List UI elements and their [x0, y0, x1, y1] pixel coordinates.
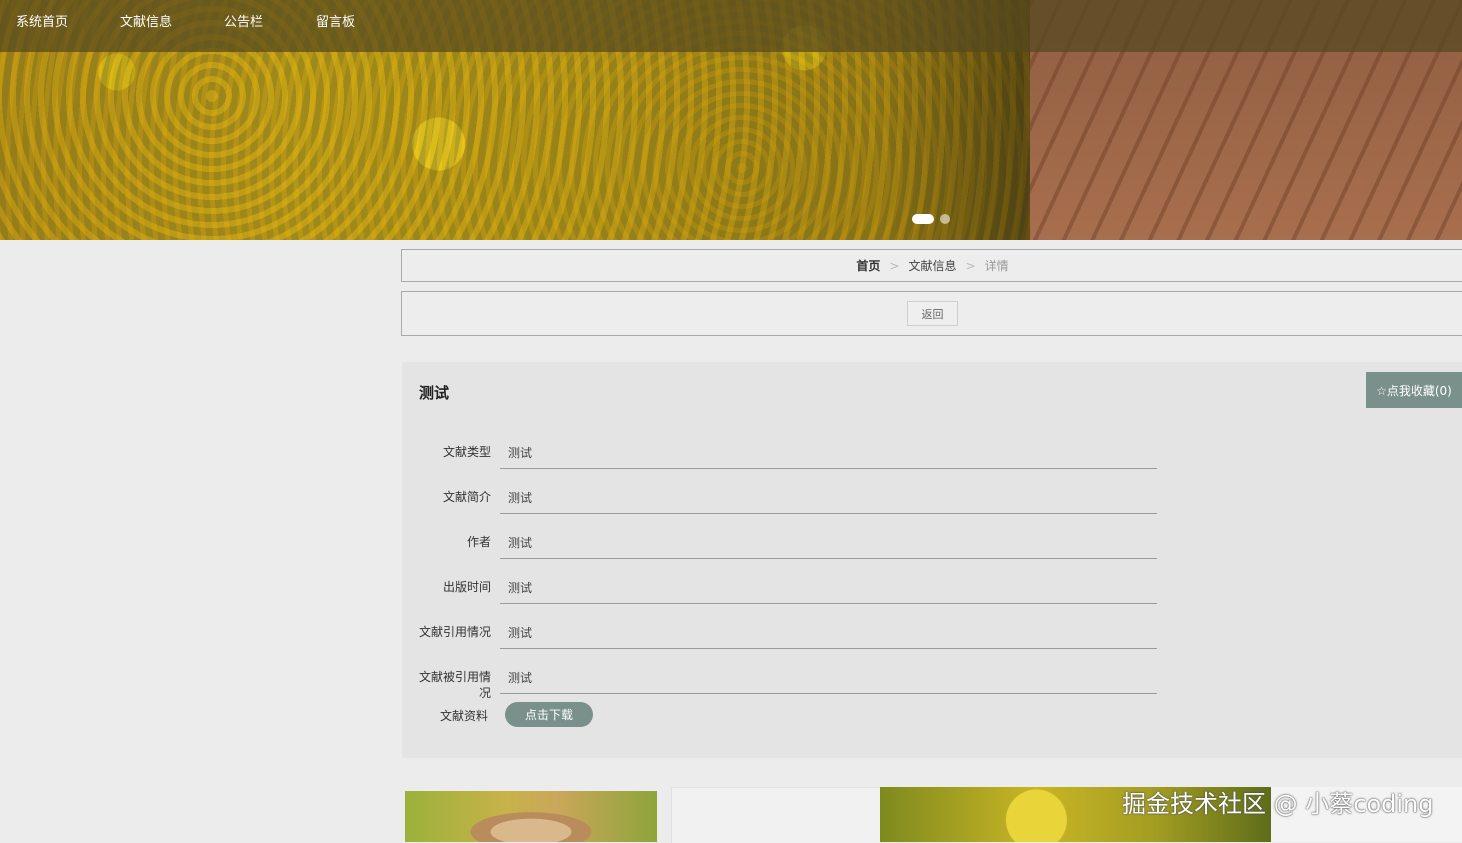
back-button[interactable]: 返回: [907, 301, 958, 326]
field-value: 测试: [508, 581, 533, 595]
nav-item-literature[interactable]: 文献信息: [104, 0, 208, 52]
breadcrumb-home[interactable]: 首页: [856, 257, 880, 274]
field-underline: [500, 513, 1157, 514]
field-underline: [500, 648, 1157, 649]
field-underline: [500, 603, 1157, 604]
top-nav: 系统首页 文献信息 公告栏 留言板: [0, 0, 1462, 52]
field-label: 文献被引用情况: [418, 670, 491, 700]
field-value: 测试: [508, 626, 533, 640]
nav-item-messages[interactable]: 留言板: [300, 0, 392, 52]
download-button[interactable]: 点击下载: [505, 702, 593, 727]
field-label: 作者: [466, 535, 491, 549]
field-row-publish-time: 出版时间 测试: [402, 566, 1158, 611]
thumbnail-rabbit[interactable]: [405, 791, 657, 842]
nav-item-notice[interactable]: 公告栏: [208, 0, 300, 52]
field-value: 测试: [508, 671, 533, 685]
field-underline: [500, 468, 1157, 469]
breadcrumb: 首页 > 文献信息 > 详情: [401, 249, 1462, 282]
field-value: 测试: [508, 536, 533, 550]
field-label: 文献引用情况: [418, 625, 491, 639]
breadcrumb-separator: >: [889, 258, 900, 273]
field-label: 文献简介: [442, 490, 491, 504]
field-row-cited-by: 文献被引用情况 测试: [402, 656, 1158, 701]
thumbnail-blank[interactable]: [671, 787, 882, 843]
breadcrumb-separator: >: [965, 258, 976, 273]
field-row-type: 文献类型 测试: [402, 431, 1158, 476]
field-row-abstract: 文献简介 测试: [402, 476, 1158, 521]
breadcrumb-current: 详情: [984, 259, 1009, 273]
field-underline: [500, 558, 1157, 559]
download-label: 文献资料: [440, 709, 489, 723]
field-value: 测试: [508, 446, 533, 460]
watermark-text: 掘金技术社区 @ 小蔡coding: [1122, 790, 1434, 818]
carousel-dot-1[interactable]: [912, 214, 934, 224]
field-label: 出版时间: [442, 580, 491, 594]
field-row-citations: 文献引用情况 测试: [402, 611, 1158, 656]
field-row-author: 作者 测试: [402, 521, 1158, 566]
detail-panel: 测试 ☆点我收藏(0) 文献类型 测试 文献简介 测试 作者 测试 出版时间 测…: [402, 362, 1462, 758]
field-underline: [500, 693, 1157, 694]
detail-title: 测试: [419, 384, 450, 402]
back-bar: 返回: [401, 291, 1462, 336]
carousel-indicators: [912, 214, 950, 224]
favorite-button[interactable]: ☆点我收藏(0): [1366, 372, 1462, 408]
carousel-dot-2[interactable]: [940, 214, 950, 224]
breadcrumb-section[interactable]: 文献信息: [908, 257, 956, 274]
nav-item-home[interactable]: 系统首页: [0, 0, 104, 52]
field-value: 测试: [508, 491, 533, 505]
field-label: 文献类型: [442, 445, 491, 459]
